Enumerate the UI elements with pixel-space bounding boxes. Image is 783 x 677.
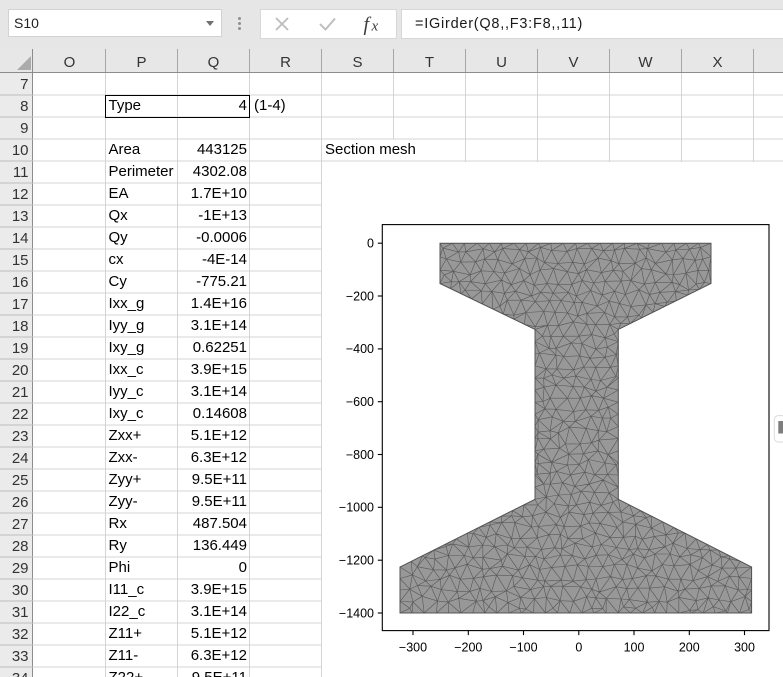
svg-text:200: 200	[679, 641, 700, 655]
svg-text:−1400: −1400	[339, 606, 374, 620]
svg-text:−200: −200	[454, 641, 482, 655]
svg-text:−1200: −1200	[339, 554, 374, 568]
svg-text:−800: −800	[346, 448, 374, 462]
svg-text:−1000: −1000	[339, 501, 374, 515]
svg-text:−600: −600	[346, 395, 374, 409]
svg-text:−100: −100	[509, 641, 537, 655]
svg-text:0: 0	[367, 237, 374, 251]
svg-text:−400: −400	[346, 342, 374, 356]
svg-text:0: 0	[575, 641, 582, 655]
svg-text:100: 100	[624, 641, 645, 655]
svg-text:−200: −200	[346, 289, 374, 303]
svg-text:300: 300	[734, 641, 755, 655]
svg-text:−300: −300	[399, 641, 427, 655]
